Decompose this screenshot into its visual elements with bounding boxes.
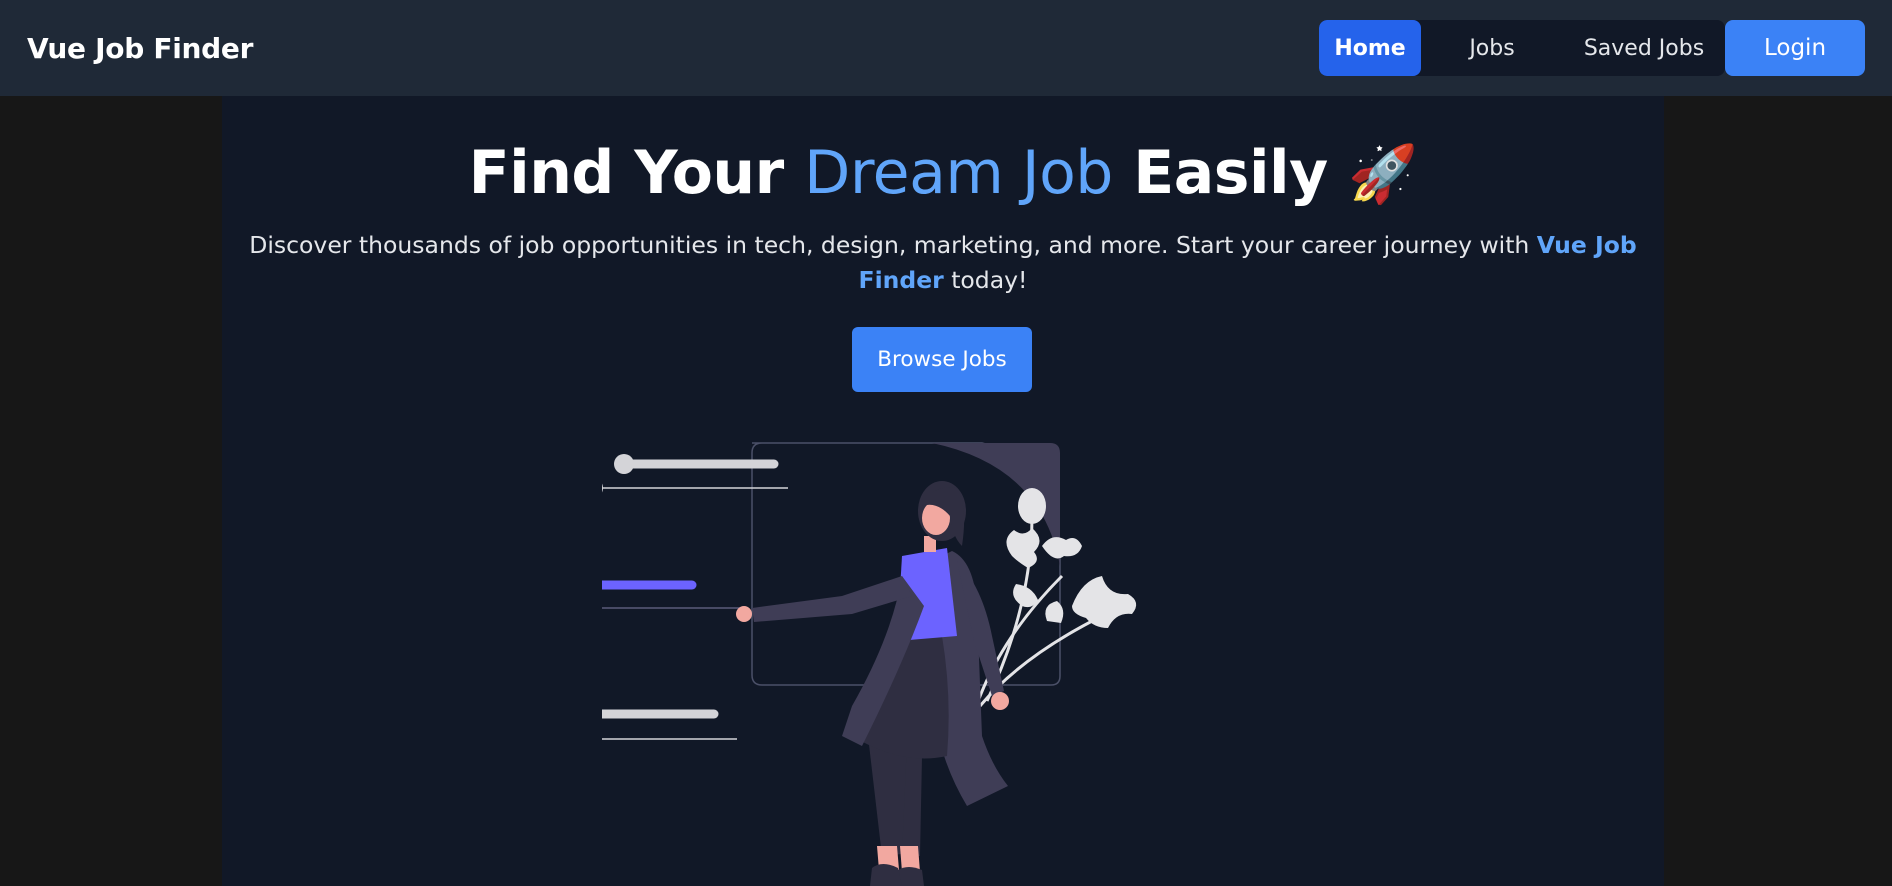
hero-title-part2: Easily (1112, 138, 1349, 208)
hero-title: Find Your Dream Job Easily 🚀 (222, 138, 1664, 208)
browse-jobs-button[interactable]: Browse Jobs (852, 327, 1032, 392)
nav-saved-jobs-link[interactable]: Saved Jobs (1563, 20, 1725, 76)
hero-subtitle-end: today! (943, 266, 1028, 294)
top-navbar: Vue Job Finder Home Jobs Saved Jobs Logi… (0, 0, 1892, 96)
login-button[interactable]: Login (1725, 20, 1865, 76)
hero-subtitle: Discover thousands of job opportunities … (242, 228, 1644, 298)
rocket-icon: 🚀 (1348, 142, 1418, 207)
nav-links: Home Jobs Saved Jobs (1319, 20, 1725, 76)
hero-section: Find Your Dream Job Easily 🚀 Discover th… (222, 96, 1664, 886)
nav-jobs-link[interactable]: Jobs (1421, 20, 1563, 76)
slider-knob-1 (602, 483, 603, 493)
woman-figure (736, 481, 1009, 886)
hero-title-accent: Dream Job (804, 138, 1113, 208)
slider-knob-1b (614, 454, 634, 474)
hero-subtitle-text: Discover thousands of job opportunities … (249, 231, 1537, 259)
nav-home-link[interactable]: Home (1319, 20, 1421, 76)
brand-logo[interactable]: Vue Job Finder (27, 32, 253, 65)
hero-title-part1: Find Your (468, 138, 805, 208)
nav-right: Home Jobs Saved Jobs Login (1319, 20, 1865, 76)
woman-selecting-options-illustration (602, 442, 1137, 886)
